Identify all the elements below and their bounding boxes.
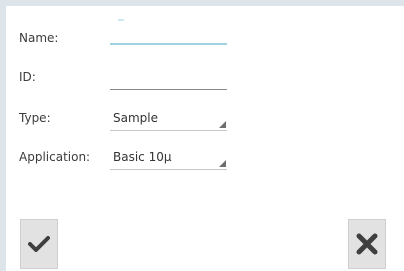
name-underline bbox=[110, 43, 227, 45]
type-row: Type: Sample bbox=[6, 111, 404, 137]
type-select[interactable]: Sample bbox=[110, 111, 227, 131]
id-input[interactable] bbox=[110, 70, 227, 90]
name-label: Name: bbox=[19, 31, 59, 45]
dialog-panel: Name: ID: Type: Sample Application: Basi… bbox=[6, 6, 404, 271]
name-input[interactable] bbox=[110, 19, 227, 45]
type-label: Type: bbox=[19, 111, 51, 125]
name-row: Name: bbox=[6, 19, 404, 57]
id-label: ID: bbox=[19, 70, 36, 84]
close-icon bbox=[356, 233, 378, 255]
type-underline bbox=[110, 130, 227, 131]
checkmark-icon bbox=[28, 236, 50, 252]
confirm-button[interactable] bbox=[20, 219, 58, 269]
application-label: Application: bbox=[19, 150, 91, 164]
application-underline bbox=[110, 169, 227, 170]
application-row: Application: Basic 10µ bbox=[6, 150, 404, 176]
id-row: ID: bbox=[6, 70, 404, 96]
application-value: Basic 10µ bbox=[113, 150, 172, 164]
dropdown-arrow-icon bbox=[219, 121, 226, 128]
dropdown-arrow-icon bbox=[219, 160, 226, 167]
application-select[interactable]: Basic 10µ bbox=[110, 150, 227, 170]
text-cursor bbox=[118, 19, 124, 21]
id-underline bbox=[110, 89, 227, 90]
cancel-button[interactable] bbox=[348, 219, 386, 269]
type-value: Sample bbox=[113, 111, 158, 125]
